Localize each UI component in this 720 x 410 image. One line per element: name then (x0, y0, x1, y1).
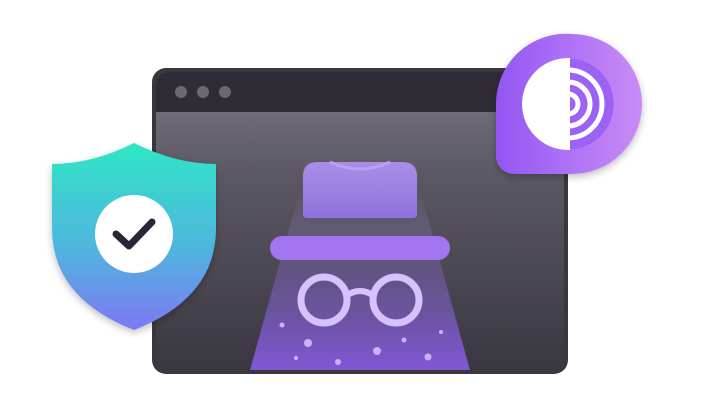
privacy-illustration (0, 0, 720, 406)
hat-brim (270, 236, 450, 260)
check-circle (95, 195, 173, 273)
window-control-dot-2 (197, 86, 209, 98)
window-control-dot-3 (219, 86, 231, 98)
tor-badge (495, 33, 643, 174)
illustration-canvas (52, 33, 643, 374)
tor-onion-icon (522, 58, 614, 150)
window-control-dot-1 (175, 86, 187, 98)
